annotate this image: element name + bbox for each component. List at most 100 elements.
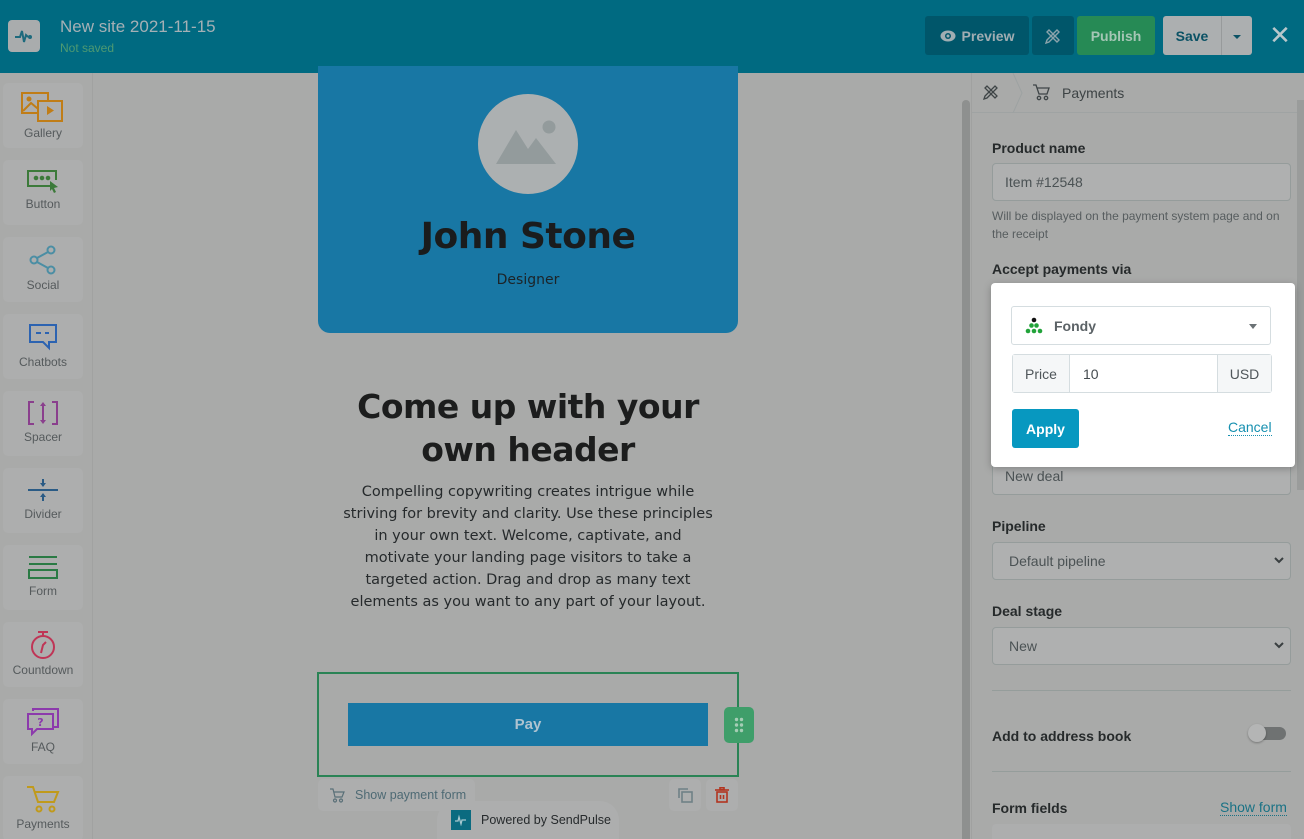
sendpulse-logo-icon[interactable] (8, 20, 40, 52)
sidebar-item-label: Spacer (23, 430, 63, 444)
headline-text[interactable]: Come up with your own header (330, 385, 726, 471)
caret-down-icon (1249, 324, 1257, 329)
avatar-placeholder[interactable] (478, 94, 578, 194)
sidebar-item-gallery[interactable]: Gallery (3, 83, 83, 148)
fondy-logo-icon (1025, 317, 1043, 333)
cart-icon (1032, 84, 1050, 106)
accept-payments-label: Accept payments via (992, 261, 1132, 277)
preview-button[interactable]: Preview (925, 16, 1029, 55)
save-options-dropdown[interactable] (1221, 16, 1252, 55)
spacer-icon (28, 401, 58, 425)
panel-scrollbar[interactable] (1297, 100, 1304, 490)
sidebar-item-label: Countdown (12, 663, 74, 677)
cart-icon (330, 787, 345, 803)
chevron-down-icon (1274, 642, 1284, 649)
button-icon (27, 170, 58, 193)
pipeline-value: Default pipeline (1009, 553, 1106, 569)
add-to-address-book-toggle[interactable] (1248, 724, 1286, 742)
chat-icon (29, 324, 57, 351)
price-label: Price (1013, 355, 1070, 392)
breadcrumb-separator-icon (1012, 73, 1023, 113)
sidebar-item-label: Form (29, 584, 57, 598)
product-name-hint: Will be displayed on the payment system … (992, 209, 1280, 241)
sidebar-item-button[interactable]: Button (3, 160, 83, 225)
publish-button[interactable]: Publish (1077, 16, 1155, 55)
preview-label: Preview (961, 27, 1015, 44)
sidebar-item-social[interactable]: Social (3, 237, 83, 302)
product-name-label: Product name (992, 140, 1086, 156)
pencil-ruler-icon (982, 85, 998, 101)
breadcrumb: Payments (972, 73, 1304, 113)
breadcrumb-design-tools[interactable] (982, 83, 1000, 106)
sidebar-item-label: Chatbots (18, 355, 68, 369)
divider-icon (28, 479, 58, 501)
body-copy-text[interactable]: Compelling copywriting creates intrigue … (342, 481, 714, 613)
top-bar: New site 2021-11-15 Not saved Preview Pu… (0, 0, 1304, 73)
copy-icon (678, 788, 693, 803)
form-fields-label: Form fields (992, 800, 1068, 816)
grip-dots-icon (734, 717, 744, 733)
hero-role[interactable]: Designer (318, 272, 738, 288)
sidebar-item-spacer[interactable]: Spacer (3, 391, 83, 456)
canvas-scrollbar[interactable] (962, 100, 970, 839)
sidebar-item-label: FAQ (30, 740, 55, 754)
pipeline-label: Pipeline (992, 518, 1046, 534)
drag-handle[interactable] (724, 707, 754, 743)
powered-by-badge[interactable]: Powered by SendPulse (437, 801, 619, 839)
breadcrumb-current: Payments (1062, 85, 1125, 101)
design-tools-button[interactable] (1032, 16, 1074, 55)
sidebar-item-divider[interactable]: Divider (3, 468, 83, 533)
svg-text:?: ? (37, 716, 43, 729)
gallery-icon (21, 92, 63, 122)
sidebar-item-label: Button (25, 197, 61, 211)
apply-button[interactable]: Apply (1012, 409, 1079, 448)
close-button[interactable]: ✕ (1266, 16, 1294, 55)
sidebar-item-payments[interactable]: Payments (3, 776, 83, 839)
product-name-input[interactable]: Item #12548 (992, 163, 1291, 201)
sidebar-item-label: Payments (16, 817, 70, 831)
duplicate-block-button[interactable] (669, 779, 701, 811)
save-button[interactable]: Save (1163, 16, 1221, 55)
add-to-address-book-label: Add to address book (992, 728, 1132, 744)
form-icon (28, 556, 58, 579)
share-icon (29, 245, 56, 275)
cancel-link[interactable]: Cancel (1228, 420, 1272, 436)
sidebar-item-label: Social (26, 278, 60, 292)
pencil-ruler-icon (1044, 28, 1060, 44)
sidebar-item-label: Gallery (23, 126, 62, 140)
toggle-knob (1248, 724, 1266, 742)
hero-name[interactable]: John Stone (318, 216, 738, 257)
provider-name: Fondy (1054, 317, 1096, 334)
deal-stage-select[interactable]: New (992, 627, 1291, 665)
price-input[interactable]: 10 (1070, 355, 1217, 392)
price-input-group: Price 10 USD (1012, 354, 1272, 393)
sidebar-item-chatbots[interactable]: Chatbots (3, 314, 83, 379)
stopwatch-icon (31, 631, 55, 659)
site-title[interactable]: New site 2021-11-15 (60, 17, 216, 37)
pay-button[interactable]: Pay (348, 703, 708, 746)
image-placeholder-icon (496, 120, 556, 164)
payment-provider-select[interactable]: Fondy (1011, 306, 1271, 345)
cart-icon (27, 786, 60, 813)
powered-by-label: Powered by SendPulse (481, 813, 611, 827)
form-fields-box (992, 824, 1291, 839)
show-form-link[interactable]: Show form (1220, 799, 1287, 816)
sidebar-item-form[interactable]: Form (3, 545, 83, 610)
payment-provider-popup: Fondy Price 10 USD Apply Cancel (991, 283, 1295, 467)
hero-block[interactable]: John Stone Designer (318, 66, 738, 333)
divider (992, 690, 1291, 691)
trash-icon (715, 787, 729, 803)
eye-icon (940, 30, 956, 41)
chevron-down-icon (1274, 557, 1284, 564)
sidebar-item-countdown[interactable]: Countdown (3, 622, 83, 687)
faq-icon: ? (27, 708, 59, 737)
sidebar-item-faq[interactable]: ? FAQ (3, 699, 83, 764)
deal-stage-value: New (1009, 638, 1038, 654)
close-icon: ✕ (1269, 20, 1291, 50)
divider (992, 771, 1291, 772)
delete-block-button[interactable] (706, 779, 738, 811)
sendpulse-logo-icon (451, 810, 471, 830)
show-payment-form-label: Show payment form (355, 788, 467, 802)
blocks-sidebar: Gallery Button Social Chatbots Spacer Di… (0, 73, 93, 839)
pipeline-select[interactable]: Default pipeline (992, 542, 1291, 580)
